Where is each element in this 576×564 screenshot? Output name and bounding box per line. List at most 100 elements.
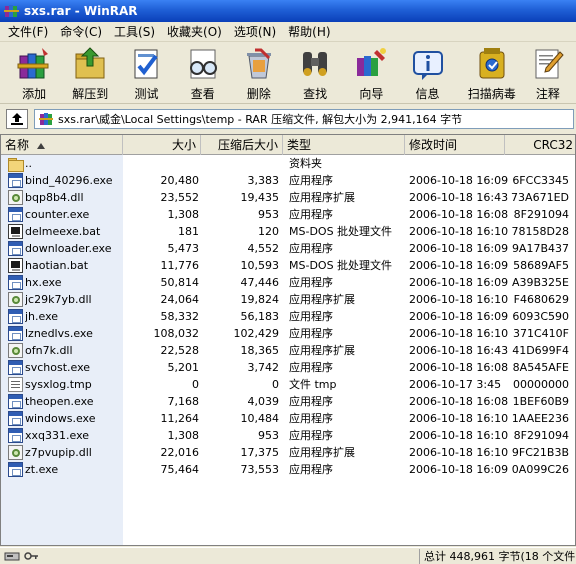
up-folder-button[interactable] [6, 109, 28, 129]
find-button[interactable]: 查找 [287, 43, 343, 103]
file-row[interactable]: haotian.bat 11,776 10,593 MS-DOS 批处理文件 2006-… [1, 257, 575, 274]
column-size-header[interactable]: 大小 [123, 135, 201, 155]
file-type: 应用程序 [289, 361, 333, 374]
rar-archive-icon [39, 112, 53, 126]
column-packed-header[interactable]: 压缩后大小 [201, 135, 283, 155]
file-row[interactable]: zt.exe 75,464 73,553 应用程序 2006-10-18 16:09 0A… [1, 461, 575, 478]
wizard-icon [353, 46, 389, 82]
dll-file-icon [8, 292, 23, 307]
file-modified: 2006-10-18 16:08 [409, 395, 509, 408]
info-button-label: 信息 [415, 87, 440, 101]
file-crc: 0A099C26 [511, 463, 569, 476]
file-name: hx.exe [25, 276, 62, 289]
file-list[interactable]: 名称 大小 压缩后大小 类型 修改时间 CRC32 .. 资料夹 bind_4029… [0, 134, 576, 546]
file-row[interactable]: jc29k7yb.dll 24,064 19,824 应用程序扩展 2006-10-18… [1, 291, 575, 308]
file-type: MS-DOS 批处理文件 [289, 225, 393, 238]
file-crc: 73A671ED [511, 191, 569, 204]
file-packed-size: 10,484 [240, 412, 280, 425]
file-row[interactable]: bind_40296.exe 20,480 3,383 应用程序 2006-10-18 … [1, 172, 575, 189]
file-row[interactable]: windows.exe 11,264 10,484 应用程序 2006-10-18 16… [1, 410, 575, 427]
file-packed-size: 19,824 [240, 293, 280, 306]
file-crc: 58689AF5 [513, 259, 569, 272]
menu-options[interactable]: 选项(N) [228, 23, 282, 41]
menu-file[interactable]: 文件(F) [2, 23, 54, 41]
comment-button-label: 注释 [535, 87, 560, 101]
file-row[interactable]: bqp8b4.dll 23,552 19,435 应用程序扩展 2006-10-18 1… [1, 189, 575, 206]
file-row[interactable]: svchost.exe 5,201 3,742 应用程序 2006-10-18 16:0… [1, 359, 575, 376]
file-crc: F4680629 [513, 293, 569, 306]
delete-button[interactable]: 删除 [231, 43, 287, 103]
file-row[interactable]: downloader.exe 5,473 4,552 应用程序 2006-10-18 1… [1, 240, 575, 257]
file-packed-size: 0 [272, 378, 279, 391]
file-modified: 2006-10-18 16:10 [409, 327, 509, 340]
file-row[interactable]: z7pvupip.dll 22,016 17,375 应用程序扩展 2006-10-18… [1, 444, 575, 461]
folder-icon [8, 156, 24, 172]
file-packed-size: 3,742 [247, 361, 280, 374]
title-bar[interactable]: sxs.rar - WinRAR [0, 0, 576, 22]
column-modified-header[interactable]: 修改时间 [405, 135, 505, 155]
menu-tools[interactable]: 工具(S) [108, 23, 161, 41]
exe-file-icon [8, 360, 23, 375]
file-type: 应用程序 [289, 276, 333, 289]
file-crc: 9A17B437 [511, 242, 569, 255]
bat-file-icon [8, 258, 23, 273]
file-row[interactable]: delmeexe.bat 181 120 MS-DOS 批处理文件 2006-10-18… [1, 223, 575, 240]
file-name: jh.exe [25, 310, 59, 323]
add-button[interactable]: 添加 [6, 43, 62, 103]
file-size: 24,064 [160, 293, 200, 306]
list-header: 名称 大小 压缩后大小 类型 修改时间 CRC32 [1, 135, 575, 155]
file-crc: 78158D28 [511, 225, 569, 238]
column-type-header[interactable]: 类型 [283, 135, 405, 155]
dll-file-icon [8, 190, 23, 205]
file-name: delmeexe.bat [25, 225, 101, 238]
glasses-view-icon [185, 46, 221, 82]
file-row[interactable]: counter.exe 1,308 953 应用程序 2006-10-18 16:08 8… [1, 206, 575, 223]
window-title: sxs.rar - WinRAR [24, 4, 138, 18]
exe-file-icon [8, 309, 23, 324]
file-row[interactable]: sysxlog.tmp 0 0 文件 tmp 2006-10-17 3:45 000000… [1, 376, 575, 393]
column-name-header[interactable]: 名称 [1, 135, 123, 155]
file-type: 应用程序 [289, 395, 333, 408]
file-type: MS-DOS 批处理文件 [289, 259, 393, 272]
file-size: 22,016 [160, 446, 200, 459]
comment-button[interactable]: 注释 [520, 43, 576, 103]
menu-favorites[interactable]: 收藏夹(O) [161, 23, 228, 41]
exe-file-icon [8, 275, 23, 290]
file-row[interactable]: theopen.exe 7,168 4,039 应用程序 2006-10-18 16:0… [1, 393, 575, 410]
file-size: 22,528 [160, 344, 200, 357]
books-add-icon [16, 46, 52, 82]
file-type: 应用程序扩展 [289, 446, 355, 459]
file-packed-size: 47,446 [240, 276, 280, 289]
test-button[interactable]: 测试 [118, 43, 174, 103]
column-crc-header[interactable]: CRC32 [505, 135, 575, 155]
exe-file-icon [8, 428, 23, 443]
file-row[interactable]: hx.exe 50,814 47,446 应用程序 2006-10-18 16:09 A3… [1, 274, 575, 291]
file-row[interactable]: xxq331.exe 1,308 953 应用程序 2006-10-18 16:10 8F… [1, 427, 575, 444]
file-row[interactable]: ofn7k.dll 22,528 18,365 应用程序扩展 2006-10-18 16… [1, 342, 575, 359]
status-summary: 总计 448,961 字节(18 个文件) [424, 550, 576, 563]
file-packed-size: 4,552 [247, 242, 280, 255]
view-button-label: 查看 [190, 87, 215, 101]
menu-commands[interactable]: 命令(C) [54, 23, 108, 41]
file-name: windows.exe [25, 412, 96, 425]
file-name: downloader.exe [25, 242, 112, 255]
extract-to-button[interactable]: 解压到 [62, 43, 118, 103]
file-row[interactable]: lznedlvs.exe 108,032 102,429 应用程序 2006-10-18… [1, 325, 575, 342]
info-icon [410, 46, 446, 82]
file-type: 应用程序扩展 [289, 344, 355, 357]
file-modified: 2006-10-18 16:08 [409, 208, 509, 221]
wizard-button[interactable]: 向导 [343, 43, 399, 103]
view-button[interactable]: 查看 [175, 43, 231, 103]
info-button[interactable]: 信息 [399, 43, 455, 103]
file-name: z7pvupip.dll [25, 446, 92, 459]
file-packed-size: 120 [258, 225, 279, 238]
address-path: sxs.rar\威金\Local Settings\temp - RAR 压缩文… [58, 113, 463, 126]
virus-scan-button-label: 扫描病毒 [467, 87, 516, 101]
menu-help[interactable]: 帮助(H) [282, 23, 336, 41]
file-type: 资料夹 [289, 157, 322, 170]
file-row[interactable]: jh.exe 58,332 56,183 应用程序 2006-10-18 16:09 60… [1, 308, 575, 325]
virus-scan-button[interactable]: 扫描病毒 [464, 43, 520, 103]
file-type: 应用程序扩展 [289, 191, 355, 204]
address-field[interactable]: sxs.rar\威金\Local Settings\temp - RAR 压缩文… [34, 109, 574, 129]
parent-folder-row[interactable]: .. 资料夹 [1, 155, 575, 172]
